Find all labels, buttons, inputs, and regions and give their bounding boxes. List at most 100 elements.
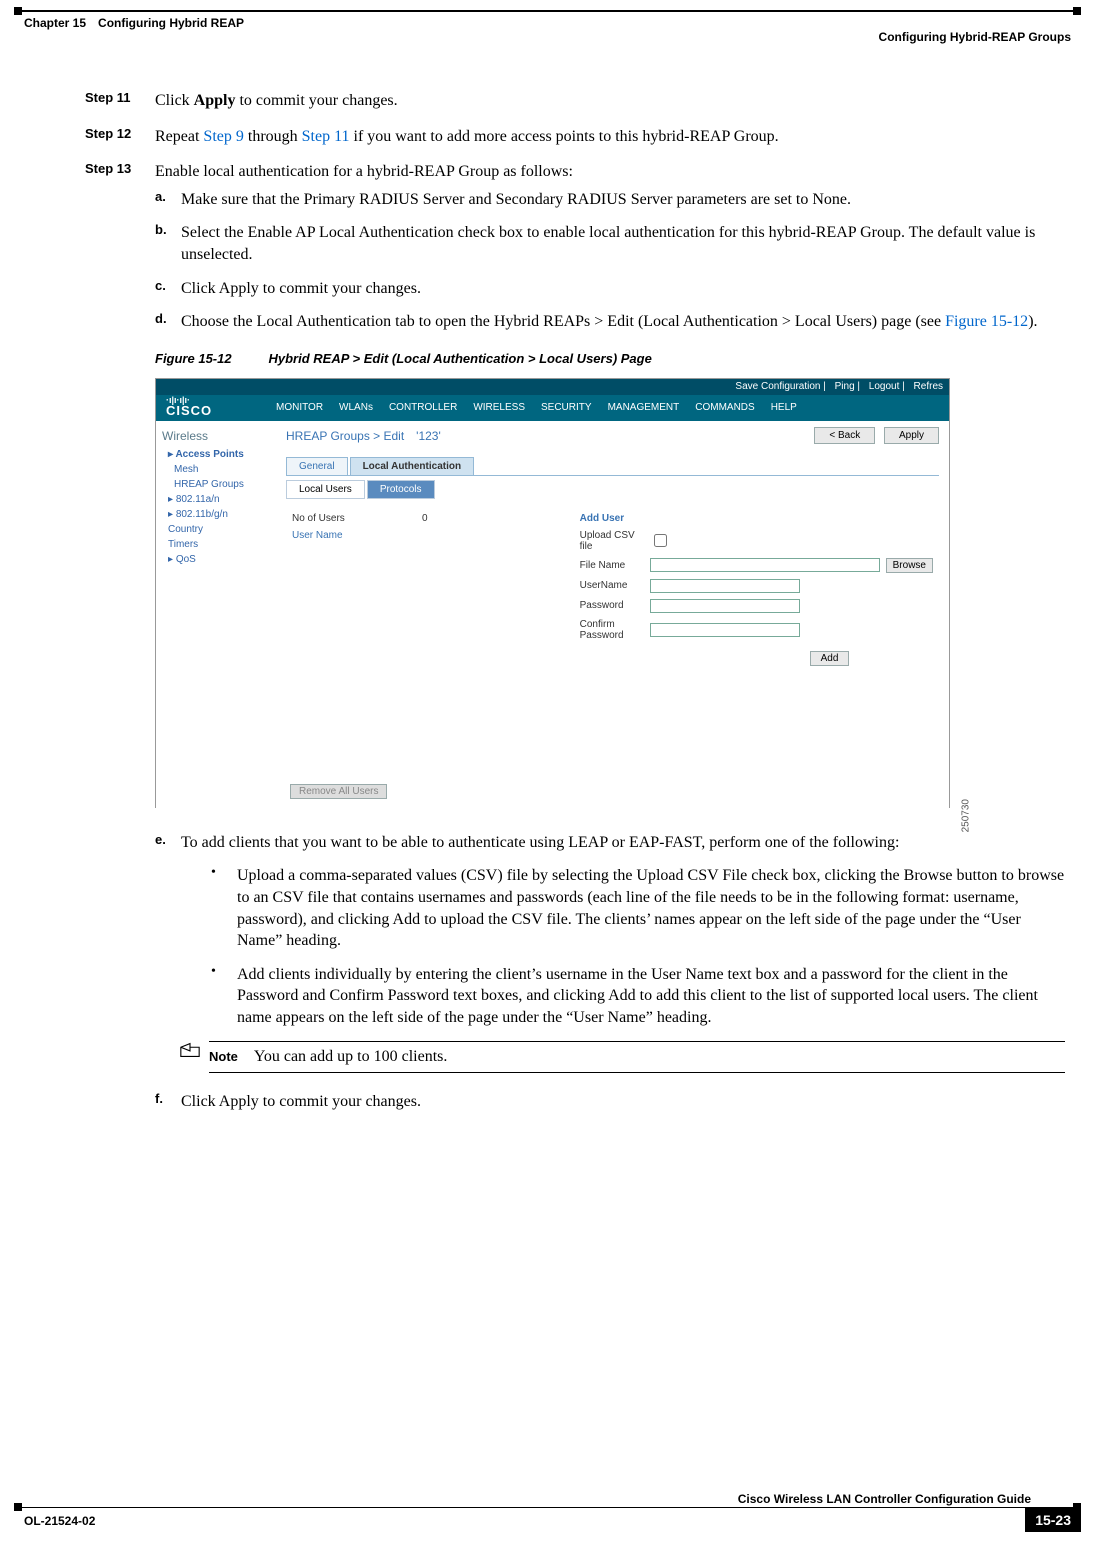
tab-local-auth[interactable]: Local Authentication	[350, 457, 475, 475]
header-box-left	[14, 7, 22, 15]
username-input[interactable]	[650, 579, 800, 593]
shot-nav: ·ı|ı·ı|ı· CISCO MONITOR WLANs CONTROLLER…	[156, 395, 949, 421]
note-rule-top	[209, 1041, 1065, 1042]
panel-left: No of Users 0 User Name	[286, 507, 574, 672]
header-left: Chapter 15 Configuring Hybrid REAP	[24, 16, 244, 30]
shot-buttons: < Back Apply	[808, 427, 939, 444]
link-step11[interactable]: Step 11	[302, 128, 350, 145]
shot-top-bar: Save Configuration | Ping | Logout | Ref…	[156, 379, 949, 395]
text: tab to open the Hybrid REAPs > Edit (Loc…	[391, 313, 945, 330]
sub-body: Click Apply to commit your changes.	[181, 1091, 1065, 1113]
step-11: Step 11 Click Apply to commit your chang…	[85, 90, 1065, 112]
nav-help[interactable]: HELP	[771, 402, 797, 413]
row-username: UserName	[580, 579, 933, 593]
bullet-icon: •	[211, 964, 237, 1029]
sub-label: d.	[155, 311, 181, 333]
text: through	[244, 128, 302, 145]
sub-body: To add clients that you want to be able …	[181, 832, 1065, 854]
link-ping[interactable]: Ping	[835, 381, 855, 392]
side-80211a[interactable]: ▸ 802.11a/n	[168, 494, 270, 505]
remove-all-users-button[interactable]: Remove All Users	[290, 784, 387, 799]
bullet-icon: •	[211, 865, 237, 951]
side-timers[interactable]: Timers	[168, 539, 270, 550]
sub-body: Select the Enable AP Local Authenticatio…	[181, 222, 1065, 265]
header-right: Configuring Hybrid-REAP Groups	[879, 30, 1071, 44]
link-save-config[interactable]: Save Configuration	[735, 381, 820, 392]
page-content: Step 11 Click Apply to commit your chang…	[85, 90, 1065, 1124]
side-country[interactable]: Country	[168, 524, 270, 535]
text: check box, clicking the	[747, 867, 903, 884]
confirm-password-input[interactable]	[650, 623, 800, 637]
sub-list: a. Make sure that the Primary RADIUS Ser…	[155, 189, 1065, 333]
page-number: 15-23	[1025, 1508, 1081, 1532]
step-body: Click Apply to commit your changes.	[155, 90, 1065, 112]
bold-enable-ap: Enable AP Local Authentication	[248, 224, 454, 241]
logo-text: CISCO	[166, 403, 212, 418]
shot-tabs: General Local Authentication	[286, 457, 939, 476]
row-password: Password	[580, 599, 933, 613]
label-password: Password	[580, 600, 650, 611]
bold-apply: Apply	[219, 1093, 259, 1110]
label-no-users: No of Users	[292, 513, 362, 524]
side-80211b[interactable]: ▸ 802.11b/g/n	[168, 509, 270, 520]
text: ).	[1028, 313, 1037, 330]
nav-controller[interactable]: CONTROLLER	[389, 402, 457, 413]
step-label: Step 12	[85, 126, 155, 148]
nav-wlans[interactable]: WLANs	[339, 402, 373, 413]
sub-f: f. Click Apply to commit your changes.	[155, 1091, 1065, 1113]
sub-d: d. Choose the Local Authentication tab t…	[155, 311, 1065, 333]
footer-guide-title: Cisco Wireless LAN Controller Configurat…	[738, 1492, 1031, 1506]
image-id: 250730	[960, 799, 971, 832]
text: to commit your changes.	[235, 92, 397, 109]
label-file-name: File Name	[580, 560, 650, 571]
sub-a: a. Make sure that the Primary RADIUS Ser…	[155, 189, 1065, 211]
file-name-input[interactable]	[650, 558, 880, 572]
side-access-points[interactable]: ▸ Access Points	[168, 449, 270, 460]
nav-wireless[interactable]: WIRELESS	[473, 402, 525, 413]
link-step9[interactable]: Step 9	[203, 128, 243, 145]
bold-browse: Browse	[904, 867, 953, 884]
step-body: Enable local authentication for a hybrid…	[155, 161, 1065, 183]
sub-c: c. Click Apply to commit your changes.	[155, 278, 1065, 300]
shot-main: HREAP Groups > Edit '123' < Back Apply G…	[276, 421, 949, 809]
password-input[interactable]	[650, 599, 800, 613]
side-qos[interactable]: ▸ QoS	[168, 554, 270, 565]
nav-management[interactable]: MANAGEMENT	[608, 402, 680, 413]
sub-list-continued: e. To add clients that you want to be ab…	[155, 832, 1065, 1112]
link-logout[interactable]: Logout	[869, 381, 900, 392]
side-hreap-groups[interactable]: HREAP Groups	[174, 479, 270, 490]
step-13: Step 13 Enable local authentication for …	[85, 161, 1065, 183]
upload-csv-checkbox[interactable]	[654, 534, 667, 547]
add-button[interactable]: Add	[810, 651, 850, 666]
text: Make sure that the Primary RADIUS Server…	[181, 191, 812, 208]
figure-caption: Figure 15-12 Hybrid REAP > Edit (Local A…	[155, 351, 1065, 368]
text: Click	[181, 280, 219, 297]
text: Click	[181, 1093, 219, 1110]
text: Select the	[181, 224, 248, 241]
subtab-local-users[interactable]: Local Users	[286, 480, 365, 499]
link-refresh[interactable]: Refres	[914, 381, 943, 392]
bullet-upload: • Upload a comma-separated values (CSV) …	[211, 865, 1065, 951]
apply-button[interactable]: Apply	[884, 427, 939, 444]
label-confirm-password: Confirm Password	[580, 619, 650, 641]
side-mesh[interactable]: Mesh	[174, 464, 270, 475]
breadcrumb: HREAP Groups > Edit '123'	[286, 429, 441, 443]
link-figure[interactable]: Figure 15-12	[945, 313, 1028, 330]
step-label: Step 11	[85, 90, 155, 112]
header-box-right	[1073, 7, 1081, 15]
shot-body: Wireless ▸ Access Points Mesh HREAP Grou…	[156, 421, 949, 809]
side-label: 802.11a/n	[176, 494, 220, 505]
text: Choose the	[181, 313, 257, 330]
nav-security[interactable]: SECURITY	[541, 402, 592, 413]
back-button[interactable]: < Back	[814, 427, 875, 444]
browse-button[interactable]: Browse	[886, 558, 933, 573]
sub-label: c.	[155, 278, 181, 300]
footer-box-left	[14, 1503, 22, 1511]
label-user-name: User Name	[292, 530, 568, 541]
subtab-protocols[interactable]: Protocols	[367, 480, 435, 499]
panel-right: Add User Upload CSV file File Name Brows…	[574, 507, 939, 672]
note-label: Note	[209, 1049, 238, 1064]
nav-monitor[interactable]: MONITOR	[276, 402, 323, 413]
nav-commands[interactable]: COMMANDS	[695, 402, 754, 413]
tab-general[interactable]: General	[286, 457, 348, 475]
